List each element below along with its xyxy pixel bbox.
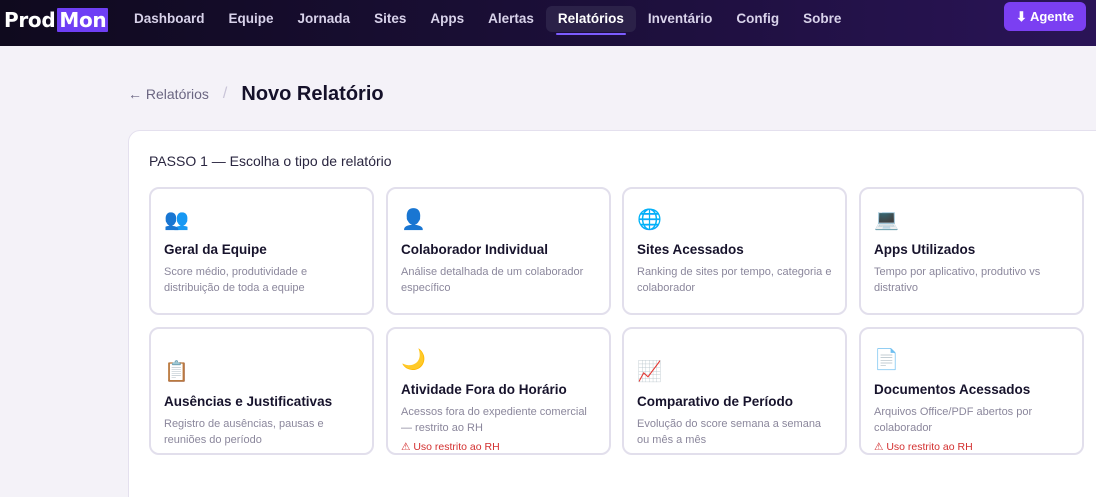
nav-item-relatorios[interactable]: Relatórios <box>545 6 636 35</box>
nav-item-apps[interactable]: Apps <box>418 6 476 32</box>
nav-item-alertas[interactable]: Alertas <box>476 6 546 32</box>
download-icon: ⬇ <box>1016 8 1027 24</box>
back-to-reports-link[interactable]: ← Relatórios <box>128 86 209 102</box>
report-card-title: Apps Utilizados <box>874 242 976 257</box>
report-card[interactable]: 💻 Apps Utilizados Tempo por aplicativo, pr… <box>859 187 1084 315</box>
laptop-icon: 💻 <box>874 209 899 231</box>
report-card-description: Registro de ausências, pausas e reuniões… <box>164 418 324 446</box>
nav-item-jornada[interactable]: Jornada <box>286 6 363 32</box>
report-card-description: Análise detalhada de um colaborador espe… <box>401 266 584 294</box>
nav-item-sobre[interactable]: Sobre <box>791 6 853 32</box>
agent-download-button[interactable]: ⬇ Agente <box>1004 2 1086 31</box>
breadcrumb: ← Relatórios / Novo Relatório <box>128 82 384 106</box>
nav-item-config[interactable]: Config <box>724 6 791 32</box>
step-title: PASSO 1 — Escolha o tipo de relatório <box>149 153 392 169</box>
report-type-panel: PASSO 1 — Escolha o tipo de relatório 👥 G… <box>128 130 1096 497</box>
report-card[interactable]: 🌙 Atividade Fora do Horário Acessos fora d… <box>386 327 611 455</box>
report-card-title: Geral da Equipe <box>164 242 267 257</box>
breadcrumb-separator: / <box>222 85 228 102</box>
report-card-title: Colaborador Individual <box>401 242 549 257</box>
agent-button-label: Agente <box>1029 9 1074 24</box>
brand-logo[interactable]: Prod Mon <box>4 6 109 34</box>
person-icon: 👤 <box>401 209 426 231</box>
report-card[interactable]: 📈 Comparativo de Período Evolução do score… <box>622 327 847 455</box>
nav-item-equipe[interactable]: Equipe <box>217 6 286 32</box>
team-icon: 👥 <box>164 209 189 231</box>
main-nav: Dashboard Equipe Jornada Sites Apps Alertas Re… <box>122 6 853 35</box>
brand-name-b: Mon <box>57 8 109 32</box>
globe-icon: 🌐 <box>637 209 662 231</box>
report-card-description: Ranking de sites por tempo, categoria e … <box>637 266 832 294</box>
brand-name-a: Prod <box>4 8 56 32</box>
report-card[interactable]: 📋 Ausências e Justificativas Registro de a… <box>149 327 374 455</box>
clipboard-icon: 📋 <box>164 361 189 383</box>
report-card-title: Comparativo de Período <box>637 394 794 409</box>
report-card-title: Sites Acessados <box>637 242 744 257</box>
report-card[interactable]: 👥 Geral da Equipe Score médio, produtivida… <box>149 187 374 315</box>
nav-item-sites[interactable]: Sites <box>362 6 418 32</box>
nav-item-inventario[interactable]: Inventário <box>636 6 725 32</box>
page-title: Novo Relatório <box>241 82 384 105</box>
nav-item-dashboard[interactable]: Dashboard <box>122 6 217 32</box>
report-card[interactable]: 👤 Colaborador Individual Análise detalhada… <box>386 187 611 315</box>
report-card-description: Evolução do score semana a semana ou mês… <box>637 418 822 446</box>
top-navbar: Prod Mon Dashboard Equipe Jornada Sites Apps A… <box>0 0 1096 46</box>
report-card-description: Score médio, produtividade e distribuiçã… <box>164 266 308 294</box>
report-card-description: Arquivos Office/PDF abertos por colabora… <box>874 406 1033 434</box>
chart-trend-icon: 📈 <box>637 361 662 383</box>
report-card-description: Acessos fora do expediente comercial — r… <box>401 406 587 434</box>
moon-icon: 🌙 <box>401 349 426 371</box>
hr-restricted-badge: ⚠ Uso restrito ao RH <box>874 441 973 453</box>
report-card-description: Tempo por aplicativo, produtivo vs distr… <box>874 266 1041 294</box>
hr-restricted-badge: ⚠ Uso restrito ao RH <box>401 441 500 453</box>
report-card-title: Ausências e Justificativas <box>164 394 333 409</box>
report-card[interactable]: 🌐 Sites Acessados Ranking de sites por tem… <box>622 187 847 315</box>
report-card-title: Atividade Fora do Horário <box>401 382 567 397</box>
report-card[interactable]: 📄 Documentos Acessados Arquivos Office/PDF… <box>859 327 1084 455</box>
document-icon: 📄 <box>874 349 899 371</box>
report-card-title: Documentos Acessados <box>874 382 1031 397</box>
